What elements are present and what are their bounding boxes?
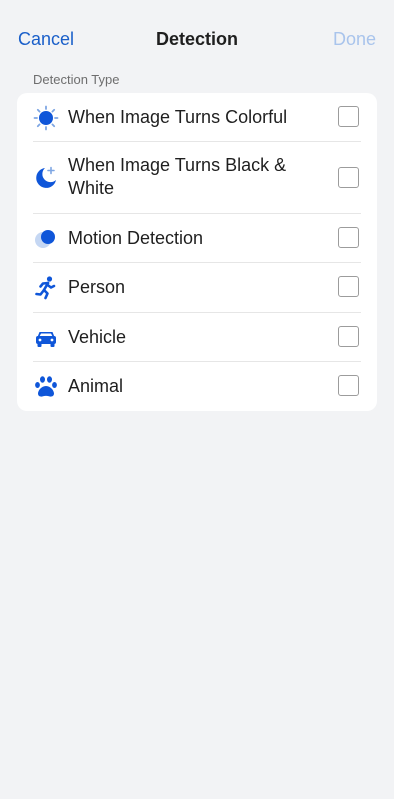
car-icon <box>33 325 59 351</box>
motion-icon <box>33 226 59 252</box>
list-item-motion[interactable]: Motion Detection <box>17 214 377 262</box>
item-label: Person <box>68 277 126 297</box>
sun-icon <box>33 105 59 131</box>
motion-checkbox[interactable] <box>338 227 359 248</box>
person-checkbox[interactable] <box>338 276 359 297</box>
item-label: Vehicle <box>68 327 127 347</box>
black-white-checkbox[interactable] <box>338 167 359 188</box>
navigation-bar: Cancel Detection Done <box>0 0 394 80</box>
colorful-checkbox[interactable] <box>338 106 359 127</box>
person-running-icon <box>33 275 59 301</box>
list-item-colorful[interactable]: When Image Turns Colorful <box>17 93 377 141</box>
paw-icon <box>33 374 59 400</box>
item-label: When Image Turns Colorful <box>68 107 288 127</box>
detection-type-list: When Image Turns Colorful When Image Tur… <box>17 93 377 411</box>
section-header: Detection Type <box>33 72 120 87</box>
list-item-black-white[interactable]: When Image Turns Black & White <box>17 142 377 213</box>
vehicle-checkbox[interactable] <box>338 326 359 347</box>
animal-checkbox[interactable] <box>338 375 359 396</box>
item-label: Motion Detection <box>68 228 204 248</box>
list-item-animal[interactable]: Animal <box>17 362 377 411</box>
item-label: When Image Turns Black & White <box>68 155 287 198</box>
list-item-vehicle[interactable]: Vehicle <box>17 313 377 361</box>
list-item-person[interactable]: Person <box>17 263 377 312</box>
done-button[interactable]: Done <box>333 29 376 50</box>
item-label: Animal <box>68 376 124 396</box>
moon-icon <box>33 165 59 191</box>
